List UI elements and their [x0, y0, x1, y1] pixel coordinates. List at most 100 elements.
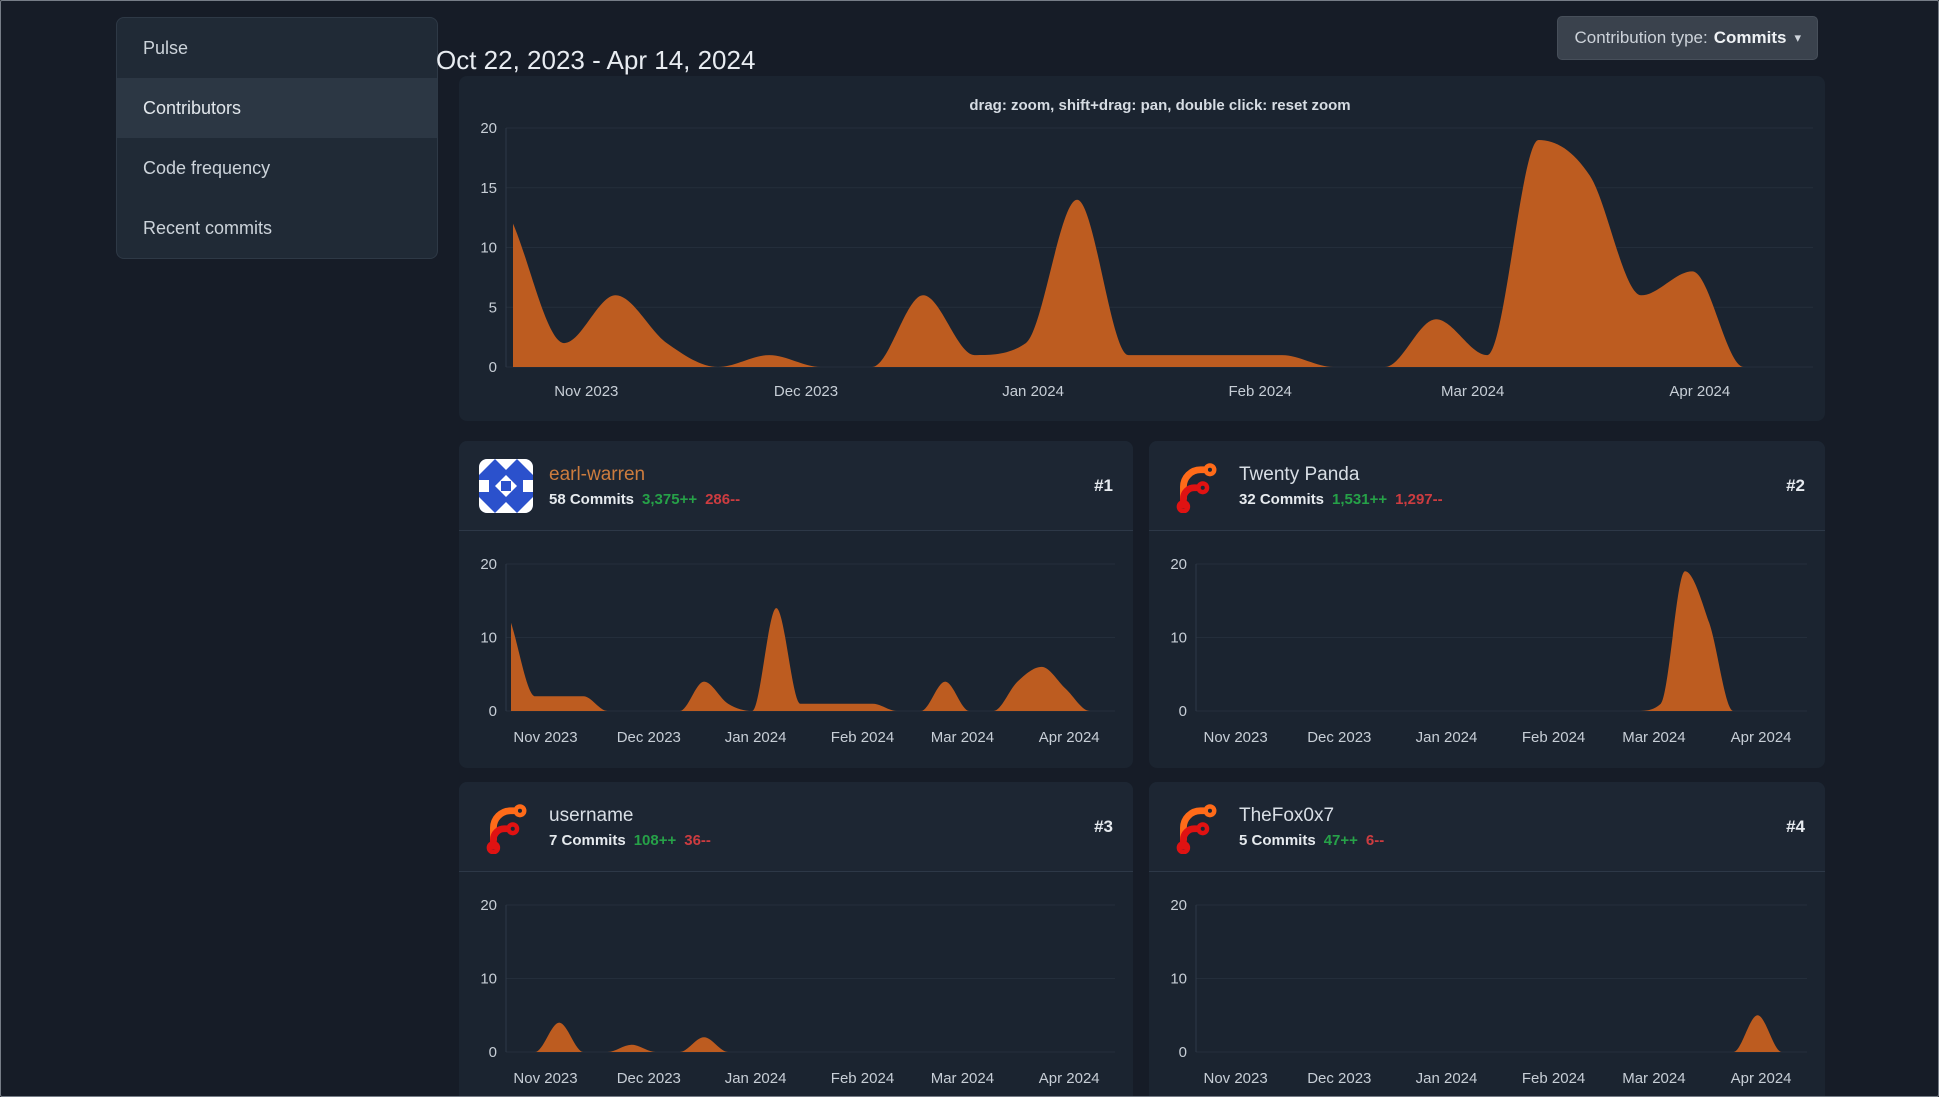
contribution-type-dropdown[interactable]: Contribution type: Commits ▾: [1557, 16, 1818, 60]
svg-text:Nov 2023: Nov 2023: [513, 1070, 577, 1087]
total-contributions-card: 0 5 10 15 20 Nov 2023 Dec 2023 Jan 2024 Feb 2024…: [459, 76, 1825, 421]
contributor-username-link[interactable]: earl-warren: [549, 464, 645, 486]
avatar-forgejo-logo: [1176, 462, 1217, 513]
svg-text:0: 0: [489, 1044, 497, 1061]
contributor-chart[interactable]: 0 10 20 Nov 2023 Dec 2023 Jan 2024 Feb 2024 Mar…: [459, 872, 1133, 1097]
svg-text:Apr 2024: Apr 2024: [1039, 729, 1100, 746]
date-range-heading: Oct 22, 2023 - Apr 14, 2024: [436, 44, 756, 75]
svg-text:Feb 2024: Feb 2024: [831, 1070, 894, 1087]
contributor-header: username 7 Commits 108++ 36-- #3: [459, 782, 1133, 872]
sidebar-menu: Pulse Contributors Code frequency Recent…: [116, 17, 438, 259]
svg-text:Apr 2024: Apr 2024: [1669, 383, 1730, 400]
svg-text:10: 10: [480, 971, 497, 988]
contributor-header: Twenty Panda 32 Commits 1,531++ 1,297-- …: [1149, 441, 1825, 531]
contributor-card-4: TheFox0x7 5 Commits 47++ 6-- #4 0 10 20 Nov…: [1149, 782, 1825, 1097]
additions-count: 108++: [633, 831, 677, 849]
rank-badge: #3: [1094, 816, 1113, 836]
svg-text:Feb 2024: Feb 2024: [831, 729, 894, 746]
svg-text:0: 0: [1179, 1044, 1187, 1061]
contributor-card-2: Twenty Panda 32 Commits 1,531++ 1,297-- …: [1149, 441, 1825, 768]
sidebar-item-code-frequency[interactable]: Code frequency: [117, 138, 437, 198]
svg-text:Feb 2024: Feb 2024: [1522, 729, 1585, 746]
svg-text:0: 0: [1179, 703, 1187, 720]
contributor-chart[interactable]: 0 10 20 Nov 2023 Dec 2023 Jan 2024 Feb 2024 Mar…: [459, 531, 1133, 767]
deletions-count: 36--: [684, 831, 711, 849]
total-contributions-chart[interactable]: 0 5 10 15 20 Nov 2023 Dec 2023 Jan 2024 Feb 2024…: [459, 76, 1825, 421]
contribution-type-value: Commits: [1713, 28, 1787, 47]
avatar-identicon: [479, 458, 533, 513]
svg-text:Jan 2024: Jan 2024: [1002, 383, 1064, 400]
svg-text:10: 10: [1170, 630, 1187, 647]
svg-text:Mar 2024: Mar 2024: [1441, 383, 1504, 400]
deletions-count: 1,297--: [1395, 490, 1443, 508]
svg-text:Mar 2024: Mar 2024: [931, 729, 994, 746]
contributor-stats: 5 Commits 47++ 6--: [1239, 832, 1770, 849]
svg-text:Apr 2024: Apr 2024: [1731, 1070, 1792, 1087]
chevron-down-icon: ▾: [1794, 30, 1801, 45]
contributors-page: Pulse Contributors Code frequency Recent…: [0, 0, 1939, 1097]
contributor-username: username: [549, 804, 634, 826]
svg-text:20: 20: [1170, 556, 1187, 573]
contributor-stats: 58 Commits 3,375++ 286--: [549, 491, 1078, 508]
commit-count: 58 Commits: [549, 490, 635, 508]
svg-text:Dec 2023: Dec 2023: [617, 729, 681, 746]
sidebar-item-contributors[interactable]: Contributors: [117, 78, 437, 138]
svg-text:20: 20: [480, 120, 497, 137]
svg-text:Jan 2024: Jan 2024: [725, 1070, 787, 1087]
svg-text:Nov 2023: Nov 2023: [513, 729, 577, 746]
contributor-chart[interactable]: 0 10 20 Nov 2023 Dec 2023 Jan 2024 Feb 2024 Mar…: [1149, 531, 1825, 767]
svg-text:Apr 2024: Apr 2024: [1731, 729, 1792, 746]
svg-text:5: 5: [489, 299, 497, 316]
svg-text:10: 10: [480, 240, 497, 257]
contributor-chart[interactable]: 0 10 20 Nov 2023 Dec 2023 Jan 2024 Feb 2024 Mar…: [1149, 872, 1825, 1097]
svg-text:0: 0: [489, 359, 497, 376]
svg-text:10: 10: [480, 630, 497, 647]
svg-text:Mar 2024: Mar 2024: [931, 1070, 994, 1087]
svg-text:0: 0: [489, 703, 497, 720]
deletions-count: 6--: [1365, 831, 1385, 849]
additions-count: 1,531++: [1332, 490, 1388, 508]
commit-count: 32 Commits: [1239, 490, 1325, 508]
svg-text:Dec 2023: Dec 2023: [1307, 729, 1371, 746]
svg-text:Dec 2023: Dec 2023: [774, 383, 838, 400]
svg-text:20: 20: [1170, 897, 1187, 914]
svg-text:Jan 2024: Jan 2024: [1416, 1070, 1478, 1087]
contributor-header: TheFox0x7 5 Commits 47++ 6-- #4: [1149, 782, 1825, 872]
svg-text:Apr 2024: Apr 2024: [1039, 1070, 1100, 1087]
rank-badge: #1: [1094, 475, 1113, 495]
commit-count: 7 Commits: [549, 831, 626, 849]
sidebar-item-recent-commits[interactable]: Recent commits: [117, 198, 437, 258]
svg-text:15: 15: [480, 180, 497, 197]
contributor-username: Twenty Panda: [1239, 463, 1360, 485]
contributor-stats: 32 Commits 1,531++ 1,297--: [1239, 491, 1770, 508]
commit-count: 5 Commits: [1239, 831, 1316, 849]
svg-text:Jan 2024: Jan 2024: [1416, 729, 1478, 746]
svg-text:Mar 2024: Mar 2024: [1622, 729, 1685, 746]
svg-text:Nov 2023: Nov 2023: [554, 383, 618, 400]
svg-text:Feb 2024: Feb 2024: [1522, 1070, 1585, 1087]
contributor-card-3: username 7 Commits 108++ 36-- #3 0 10 20 No…: [459, 782, 1133, 1097]
additions-count: 47++: [1323, 831, 1358, 849]
avatar-forgejo-logo: [1176, 803, 1217, 854]
contributor-username: TheFox0x7: [1239, 804, 1335, 826]
sidebar-item-pulse[interactable]: Pulse: [117, 18, 437, 78]
svg-text:Feb 2024: Feb 2024: [1229, 383, 1292, 400]
deletions-count: 286--: [705, 490, 741, 508]
contribution-type-label: Contribution type:: [1574, 28, 1708, 47]
svg-text:Dec 2023: Dec 2023: [1307, 1070, 1371, 1087]
rank-badge: #2: [1786, 475, 1805, 495]
avatar-forgejo-logo: [486, 803, 527, 854]
rank-badge: #4: [1786, 816, 1805, 836]
svg-text:20: 20: [480, 556, 497, 573]
svg-text:Mar 2024: Mar 2024: [1622, 1070, 1685, 1087]
contributor-stats: 7 Commits 108++ 36--: [549, 832, 1078, 849]
svg-text:10: 10: [1170, 971, 1187, 988]
svg-text:Jan 2024: Jan 2024: [725, 729, 787, 746]
svg-text:Nov 2023: Nov 2023: [1203, 1070, 1267, 1087]
svg-text:Dec 2023: Dec 2023: [617, 1070, 681, 1087]
additions-count: 3,375++: [642, 490, 698, 508]
contributor-card-1: earl-warren 58 Commits 3,375++ 286-- #1 …: [459, 441, 1133, 768]
svg-text:Nov 2023: Nov 2023: [1203, 729, 1267, 746]
svg-text:drag: zoom, shift+drag: pan, d: drag: zoom, shift+drag: pan, double clic…: [969, 97, 1350, 114]
contributor-header: earl-warren 58 Commits 3,375++ 286-- #1: [459, 441, 1133, 531]
